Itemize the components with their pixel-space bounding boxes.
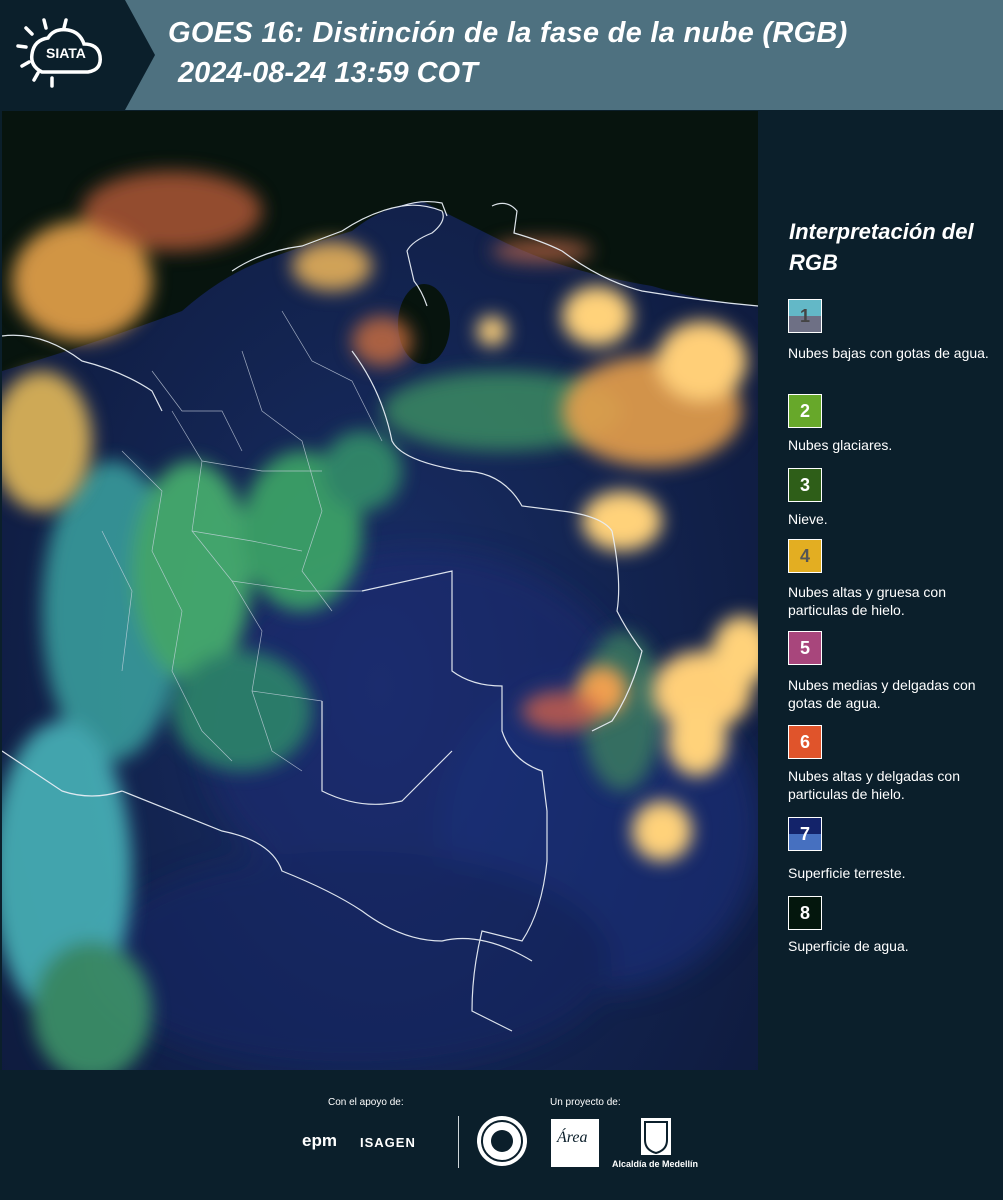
legend-swatch-3: 3 (788, 468, 822, 502)
legend-label-5: Nubes medias y delgadas con gotas de agu… (788, 677, 976, 711)
legend-label-1: Nubes bajas con gotas de agua. (788, 345, 989, 361)
legend-panel: Interpretación del RGB 1 Nubes bajas con… (760, 111, 1003, 1070)
legend-number: 6 (799, 731, 810, 752)
satellite-map[interactable] (2, 111, 758, 1070)
logo-text: SIATA (46, 45, 86, 61)
legend-number: 4 (799, 545, 810, 566)
legend-label-3: Nieve. (788, 511, 828, 527)
rgb-composite-image (2, 111, 758, 1070)
legend-number: 5 (799, 637, 810, 658)
legend-number: 8 (799, 902, 810, 923)
header-bar: SIATA GOES 16: Distinción de la fase de … (0, 0, 1003, 110)
legend-label-2: Nubes glaciares. (788, 437, 893, 453)
area-metropolitana-logo[interactable]: Área (551, 1119, 599, 1167)
legend-label-8: Superficie de agua. (788, 938, 909, 954)
siata-logo[interactable]: SIATA (0, 0, 125, 110)
support-label: Con el apoyo de: (328, 1097, 404, 1108)
legend-title: Interpretación del RGB (789, 219, 974, 275)
project-label: Un proyecto de: (550, 1097, 621, 1108)
legend-swatch-2: 2 (788, 394, 822, 428)
footer: Con el apoyo de: Un proyecto de: epm ISA… (0, 1070, 1003, 1200)
page-title: GOES 16: Distinción de la fase de la nub… (168, 17, 848, 49)
isagen-logo[interactable]: ISAGEN (360, 1135, 416, 1150)
footer-divider (458, 1116, 459, 1168)
legend-label-6: Nubes altas y delgadas con particulas de… (788, 768, 960, 802)
legend-swatch-4: 4 (788, 539, 822, 573)
legend-swatch-6: 6 (788, 725, 822, 759)
legend-label-4: Nubes altas y gruesa con particulas de h… (788, 584, 946, 618)
legend-swatch-8: 8 (788, 896, 822, 930)
legend-swatch-5: 5 (788, 631, 822, 665)
area-logo-text: Área (557, 1129, 588, 1146)
page-datetime: 2024-08-24 13:59 COT (178, 57, 478, 89)
legend-swatch-1: 1 (788, 299, 822, 333)
legend-number: 7 (799, 823, 810, 844)
legend-number: 2 (799, 400, 810, 421)
legend-number: 1 (799, 305, 810, 326)
university-seal-icon[interactable] (477, 1116, 527, 1166)
legend-number: 3 (799, 474, 810, 495)
alcaldia-label: Alcaldía de Medellín (612, 1159, 699, 1169)
legend-swatch-7: 7 (788, 817, 822, 851)
legend-label-7: Superficie terreste. (788, 865, 906, 881)
epm-logo[interactable]: epm (302, 1131, 337, 1151)
logo-arrow (125, 0, 155, 110)
medellin-shield-icon[interactable] (641, 1118, 671, 1155)
